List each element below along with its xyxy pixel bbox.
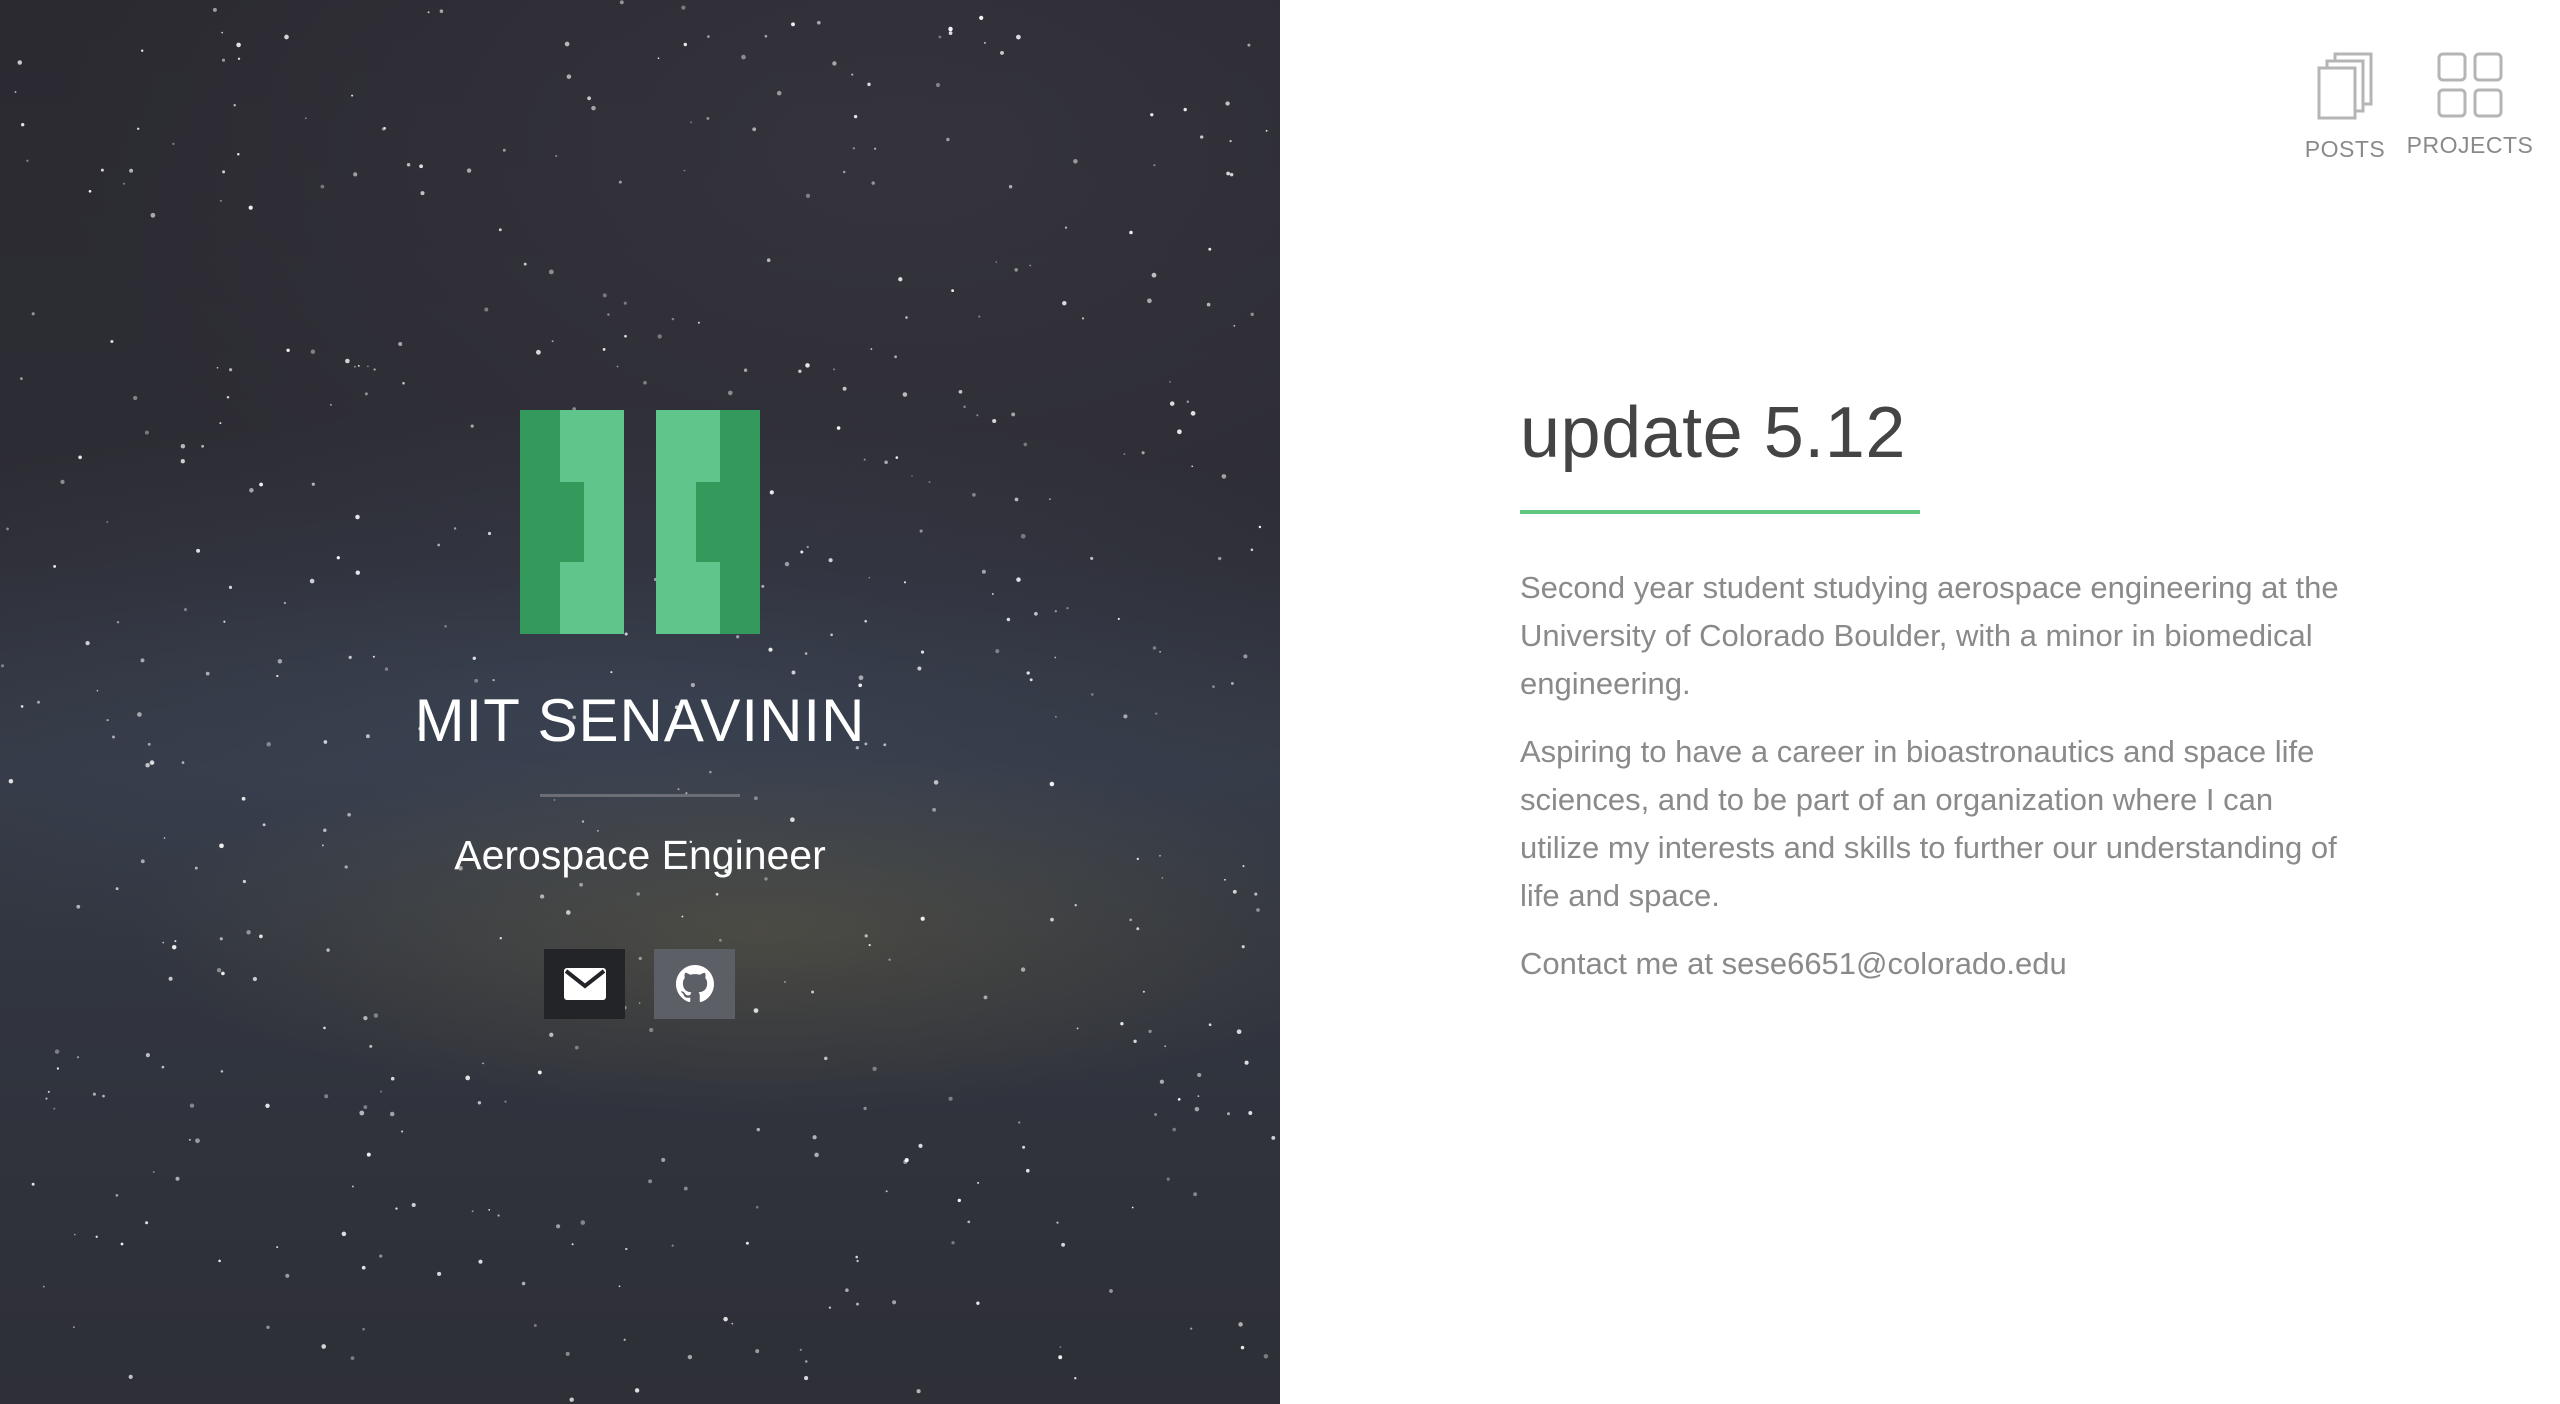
nav-posts-label: POSTS [2304,136,2386,162]
hero-panel: MIT SENAVININ Aerospace Engineer [0,0,1280,1404]
page: MIT SENAVININ Aerospace Engineer POSTS P… [0,0,2560,1404]
grid-icon [2437,52,2503,118]
nav-posts[interactable]: POSTS [2305,52,2385,163]
github-icon [675,965,714,1003]
post-paragraph: Aspiring to have a career in bioastronau… [1520,734,2337,913]
post-title: update 5.12 [1520,393,1906,473]
hero-name: MIT SENAVININ [414,687,866,754]
nav-projects-label: PROJECTS [2406,132,2534,158]
contact-line: Contact me at sese6651@colorado.edu [1520,946,2067,981]
hero-divider [540,794,740,797]
github-button[interactable] [654,949,735,1019]
post-body: Second year student studying aerospace e… [1520,564,2340,1008]
nav-projects[interactable]: PROJECTS [2407,52,2533,159]
envelope-icon [563,968,606,1000]
hh-monogram-logo [520,410,760,634]
posts-icon [2317,52,2373,120]
email-button[interactable] [544,949,625,1019]
post-title-underline [1520,510,1920,514]
hero-subtitle: Aerospace Engineer [454,832,826,878]
post-paragraph: Second year student studying aerospace e… [1520,570,2339,701]
